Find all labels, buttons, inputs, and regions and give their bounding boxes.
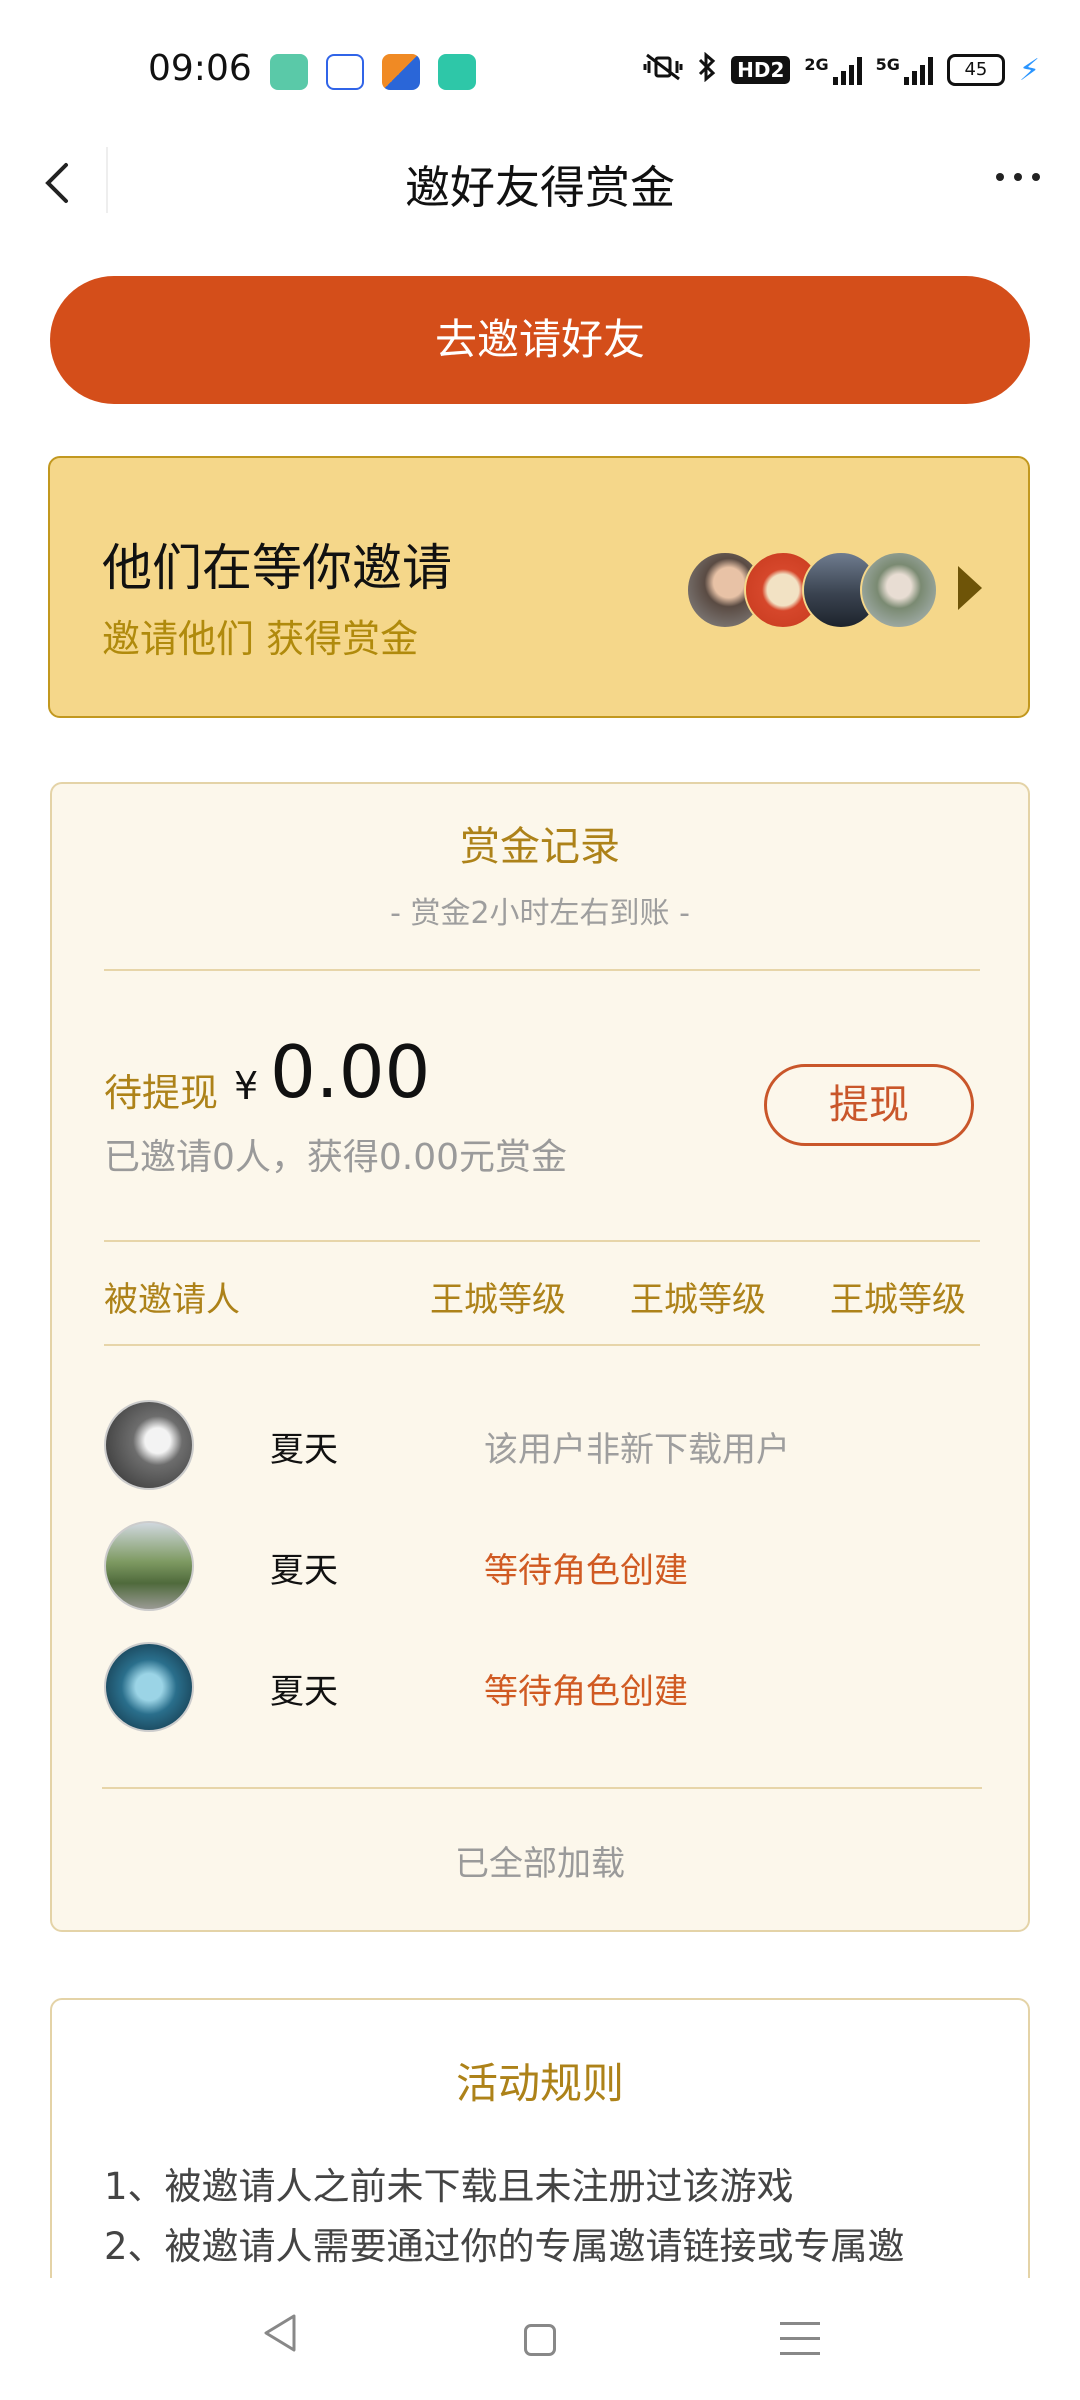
more-options-button[interactable] [996,173,1040,181]
waiting-subtitle: 邀请他们 获得赏金 [102,617,419,661]
hd-voice-badge: HD2 [731,56,791,84]
nav-home-button[interactable] [524,2324,556,2356]
bluetooth-icon [697,51,717,88]
status-time: 09:06 [148,48,252,89]
title-bar: 邀好友得赏金 [0,135,1080,235]
nav-recents-button[interactable] [780,2322,820,2367]
withdraw-button[interactable]: 提现 [764,1064,974,1146]
invitee-name: 夏天 [270,1672,338,1712]
app-notification-icon [382,54,420,90]
nav-back-button[interactable] [260,2308,300,2362]
divider [102,1787,982,1789]
arrow-right-icon [958,566,982,610]
invitee-avatar [104,1642,194,1732]
signal-2g-icon: 2G [804,55,862,85]
divider [104,1240,980,1242]
column-header-level: 王城等级 [830,1280,966,1320]
invitee-name: 夏天 [270,1430,338,1470]
baidu-notification-icon [326,54,364,90]
triangle-back-icon [264,2314,296,2352]
pending-amount: 0.00 [270,1030,431,1114]
status-bar: 09:06 HD2 2G 5G 45 ⚡ [0,0,1080,140]
rule-item: 1、被邀请人之前未下载且未注册过该游戏 [104,2165,794,2208]
rule-item: 2、被邀请人需要通过你的专属邀请链接或专属邀 [104,2225,905,2268]
currency-symbol: ¥ [234,1064,259,1108]
column-header-invitee: 被邀请人 [104,1280,240,1320]
column-header-level: 王城等级 [630,1280,766,1320]
invitee-row: 夏天 该用户非新下载用户 [104,1400,980,1490]
rules-title: 活动规则 [455,2059,624,2108]
signal-5g-icon: 5G [876,55,933,85]
reward-record-card: 赏金记录 - 赏金2小时左右到账 - 待提现 ¥ 0.00 已邀请0人，获得0.… [50,782,1030,1932]
page-title: 邀好友得赏金 [404,161,675,214]
invite-friends-button[interactable]: 去邀请好友 [50,276,1030,404]
system-navigation-bar [0,2278,1080,2400]
waiting-invite-card[interactable]: 他们在等你邀请 邀请他们 获得赏金 [48,456,1030,718]
mute-vibrate-icon [643,52,683,88]
chat-notification-icon [438,54,476,90]
battery-icon: 45 [946,54,1005,86]
notification-icons [270,54,476,90]
invitee-row: 夏天 等待角色创建 [104,1521,980,1611]
list-end-text: 已全部加载 [455,1844,625,1884]
system-indicators: HD2 2G 5G 45 ⚡ [643,51,1040,88]
invitee-status: 等待角色创建 [484,1672,688,1712]
more-icon [996,173,1004,181]
charging-icon: ⚡ [1018,52,1040,88]
record-title: 赏金记录 [460,824,620,870]
invitee-avatar [104,1521,194,1611]
invited-summary: 已邀请0人，获得0.00元赏金 [104,1137,568,1178]
record-subtitle: - 赏金2小时左右到账 - [390,896,690,931]
invitee-avatar [104,1400,194,1490]
invitee-name: 夏天 [270,1551,338,1591]
waiting-title: 他们在等你邀请 [102,539,452,597]
avatar [860,551,938,629]
app-notification-icon [270,54,308,90]
divider [104,1344,980,1346]
invitee-row: 夏天 等待角色创建 [104,1642,980,1732]
pending-label: 待提现 [104,1071,219,1115]
column-header-level: 王城等级 [430,1280,566,1320]
divider [104,969,980,971]
